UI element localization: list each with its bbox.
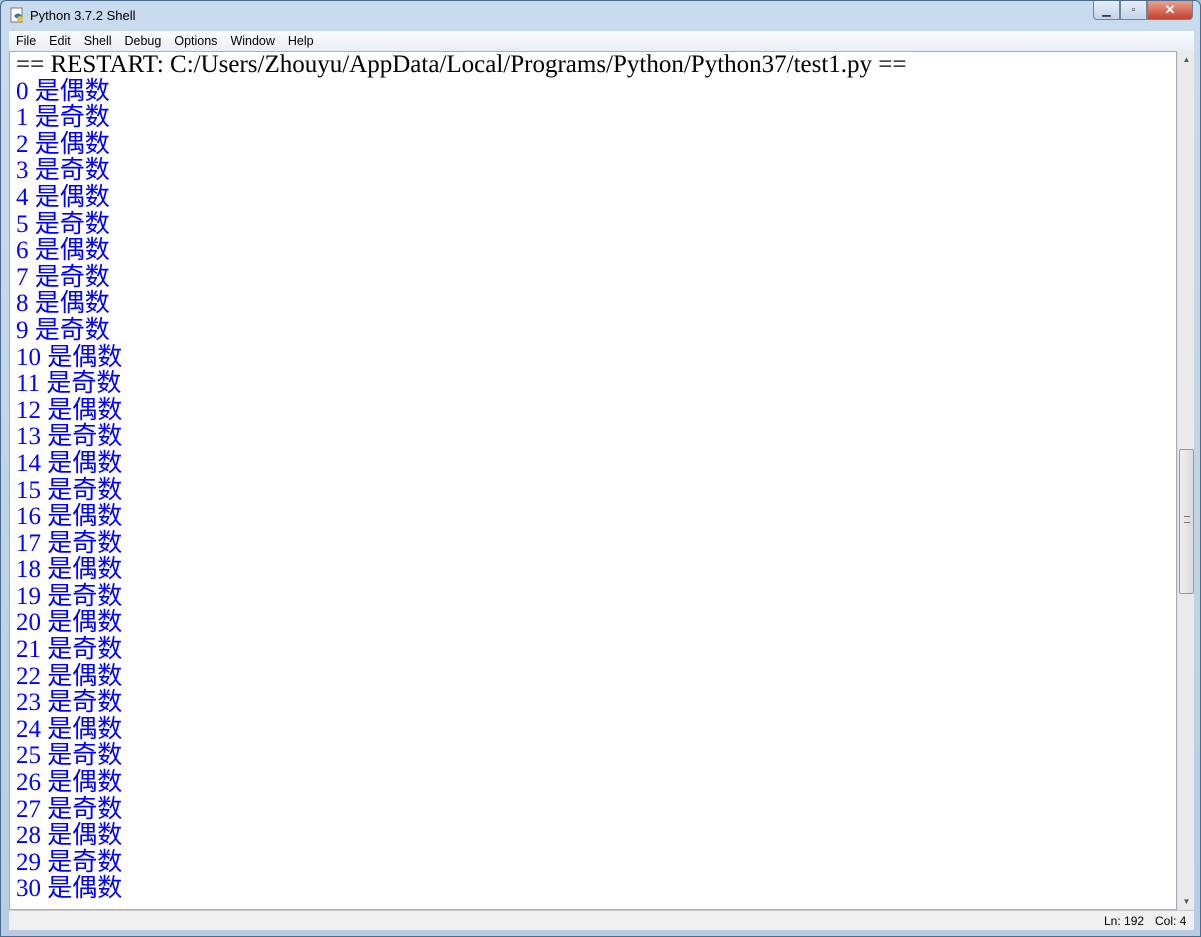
shell-output-area[interactable]: == RESTART: C:/Users/Zhouyu/AppData/Loca… (9, 51, 1177, 910)
menu-shell[interactable]: Shell (84, 34, 112, 48)
scroll-down-arrow-icon[interactable]: ▼ (1178, 893, 1195, 910)
output-line: 28 是偶数 (16, 822, 123, 850)
restart-line: == RESTART: C:/Users/Zhouyu/AppData/Loca… (16, 51, 907, 78)
output-line: 30 是偶数 (16, 875, 123, 903)
python-idle-icon (10, 7, 23, 23)
output-line: 12 是偶数 (16, 396, 123, 424)
output-line: 4 是偶数 (16, 183, 110, 211)
window-title: Python 3.7.2 Shell (30, 8, 136, 23)
maximize-icon: ▫ (1131, 4, 1136, 16)
vertical-scrollbar[interactable]: ▲ ▼ (1177, 51, 1194, 910)
close-button[interactable]: ✕ (1147, 1, 1193, 20)
output-line: 24 是偶数 (16, 715, 123, 743)
output-line: 26 是偶数 (16, 769, 123, 797)
maximize-button[interactable]: ▫ (1120, 1, 1147, 20)
scrollbar-thumb[interactable] (1179, 449, 1194, 594)
scroll-up-arrow-icon[interactable]: ▲ (1178, 51, 1195, 68)
minimize-button[interactable]: ▁ (1093, 1, 1120, 20)
output-line: 29 是奇数 (16, 848, 123, 876)
menu-debug[interactable]: Debug (125, 34, 162, 48)
output-line: 2 是偶数 (16, 130, 110, 158)
output-line: 11 是奇数 (16, 370, 122, 398)
output-line: 17 是奇数 (16, 529, 123, 557)
menu-options[interactable]: Options (174, 34, 217, 48)
title-bar[interactable]: Python 3.7.2 Shell ▁ ▫ ✕ (1, 1, 1200, 31)
window-frame: Python 3.7.2 Shell ▁ ▫ ✕ File Edit Shell De… (0, 0, 1201, 937)
output-line: 0 是偶数 (16, 77, 110, 105)
output-line: 7 是奇数 (16, 263, 110, 291)
grip-icon (1184, 516, 1190, 523)
menu-window[interactable]: Window (230, 34, 274, 48)
output-line: 22 是偶数 (16, 662, 123, 690)
line-number: Ln: 192 (1104, 914, 1145, 928)
output-line: 15 是奇数 (16, 476, 123, 504)
output-line: 3 是奇数 (16, 157, 110, 185)
output-line: 9 是奇数 (16, 316, 110, 344)
output-line: 14 是偶数 (16, 449, 123, 477)
output-line: 6 是偶数 (16, 237, 110, 265)
output-line: 13 是奇数 (16, 423, 123, 451)
output-line: 8 是偶数 (16, 290, 110, 318)
output-line: 10 是偶数 (16, 343, 123, 371)
output-line: 25 是奇数 (16, 742, 123, 770)
menu-help[interactable]: Help (288, 34, 314, 48)
output-line: 1 是奇数 (16, 104, 110, 132)
output-line: 18 是偶数 (16, 556, 123, 584)
output-line: 19 是奇数 (16, 582, 123, 610)
menu-edit[interactable]: Edit (49, 34, 71, 48)
output-line: 20 是偶数 (16, 609, 123, 637)
output-line: 27 是奇数 (16, 795, 123, 823)
output-line: 16 是偶数 (16, 503, 123, 531)
menu-bar: File Edit Shell Debug Options Window Help (9, 31, 1194, 51)
output-line: 21 是奇数 (16, 636, 123, 664)
output-line: 23 是奇数 (16, 689, 123, 717)
menu-file[interactable]: File (16, 34, 36, 48)
minimize-icon: ▁ (1102, 4, 1111, 17)
status-bar: Ln: 192 Col: 4 (9, 910, 1194, 930)
close-icon: ✕ (1164, 2, 1176, 17)
column-number: Col: 4 (1155, 914, 1187, 928)
output-line: 5 是奇数 (16, 210, 110, 238)
